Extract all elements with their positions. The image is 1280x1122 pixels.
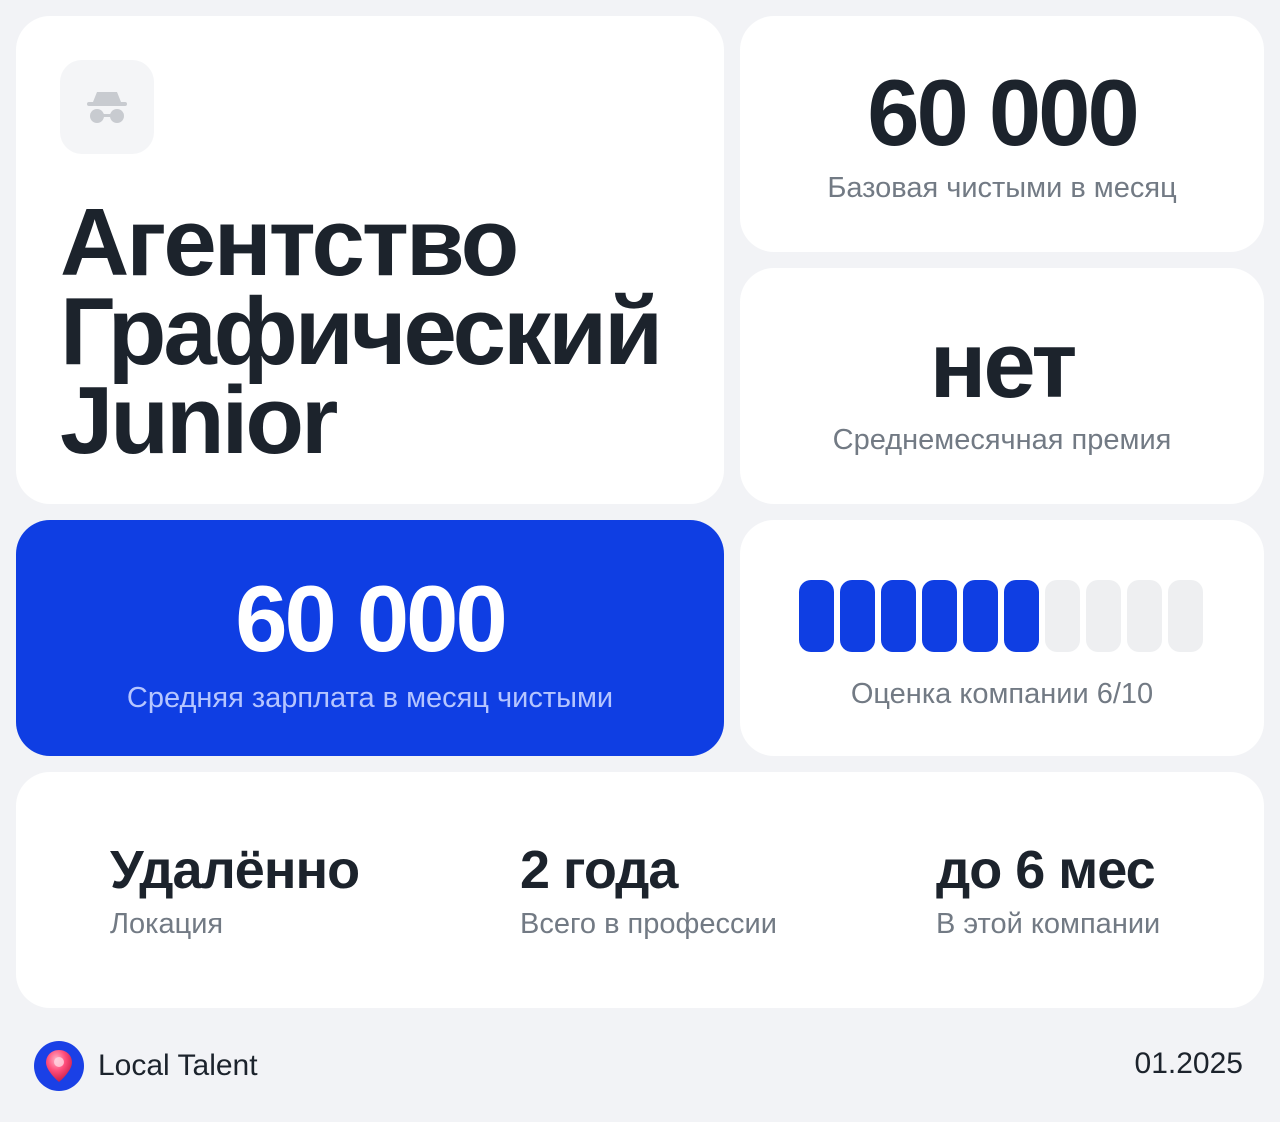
info-card: Удалённо Локация 2 года Всего в професси… — [16, 772, 1264, 1008]
rating-label: Оценка компании 6/10 — [850, 678, 1154, 710]
rating-bar-filled — [840, 580, 875, 652]
brand-name: Local Talent — [98, 1049, 258, 1082]
info-experience: 2 года Всего в профессии — [520, 840, 777, 941]
rating-bar-filled — [799, 580, 834, 652]
rating-bar-filled — [881, 580, 916, 652]
experience-value: 2 года — [520, 840, 678, 900]
location-pin-icon — [46, 1050, 72, 1082]
tenure-label: В этой компании — [936, 908, 1161, 940]
page-title: Агентство Графический Junior — [60, 189, 663, 474]
title-line-role: Графический — [60, 278, 663, 385]
incognito-icon-box — [60, 60, 154, 154]
average-salary-card: 60 000 Средняя зарплата в месяц чистыми — [16, 520, 724, 756]
bonus-value: нет — [929, 312, 1078, 417]
base-salary-label: Базовая чистыми в месяц — [827, 172, 1177, 204]
rating-bar-filled — [922, 580, 957, 652]
tenure-value: до 6 мес — [936, 840, 1156, 900]
base-salary-value: 60 000 — [867, 60, 1140, 165]
incognito-icon — [87, 92, 127, 123]
rating-bar-empty — [1045, 580, 1080, 652]
base-salary-card: 60 000 Базовая чистыми в месяц — [740, 16, 1264, 252]
average-salary-value: 60 000 — [235, 566, 508, 671]
company-title-card: Агентство Графический Junior — [16, 16, 724, 504]
brand-logo — [34, 1041, 84, 1091]
rating-bar-empty — [1086, 580, 1121, 652]
location-value: Удалённо — [110, 840, 360, 900]
title-line-level: Junior — [60, 367, 338, 474]
rating-bar-empty — [1127, 580, 1162, 652]
location-label: Локация — [110, 908, 224, 940]
bonus-label: Среднемесячная премия — [832, 424, 1172, 456]
average-salary-label: Средняя зарплата в месяц чистыми — [126, 682, 614, 714]
date-label: 01.2025 — [1134, 1047, 1243, 1080]
brand: Local Talent — [34, 1041, 258, 1091]
info-location: Удалённо Локация — [110, 840, 360, 941]
rating-bar-meter — [799, 580, 1203, 652]
rating-bar-empty — [1168, 580, 1203, 652]
info-tenure: до 6 мес В этой компании — [936, 840, 1160, 941]
rating-bar-filled — [963, 580, 998, 652]
bonus-card: нет Среднемесячная премия — [740, 268, 1264, 504]
title-line-company: Агентство — [60, 189, 519, 296]
rating-bar-filled — [1004, 580, 1039, 652]
company-rating-card: Оценка компании 6/10 — [740, 520, 1264, 756]
experience-label: Всего в профессии — [520, 908, 777, 940]
